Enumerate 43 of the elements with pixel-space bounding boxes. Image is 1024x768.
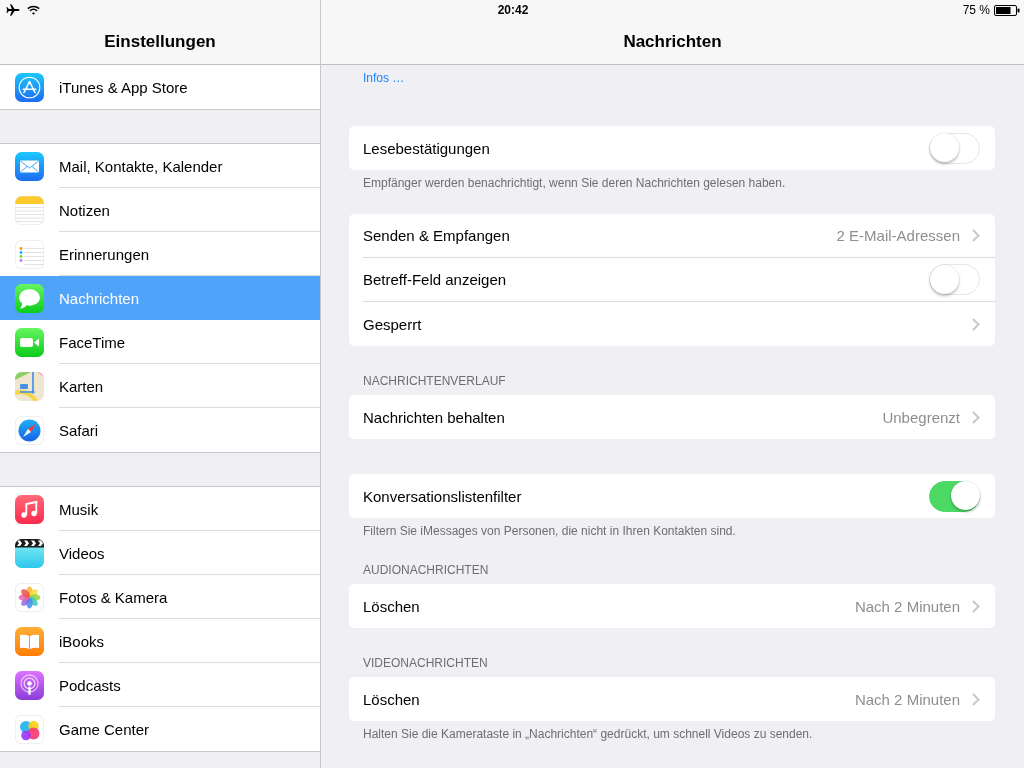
toggle-switch[interactable]	[929, 480, 980, 512]
video-camera-icon	[15, 327, 44, 357]
colored-circles-icon	[15, 714, 44, 744]
section-header: NACHRICHTENVERLAUF	[363, 374, 506, 388]
podcast-icon	[15, 670, 44, 700]
row-label: Nachrichten behalten	[363, 408, 506, 426]
open-book-icon	[15, 626, 44, 656]
row-label: Löschen	[363, 690, 421, 708]
row-value: 2 E-Mail-Adressen	[836, 227, 960, 244]
row-label: Betreff-Feld anzeigen	[363, 271, 508, 288]
row-label: Lesebestätigungen	[363, 139, 491, 157]
battery-icon	[994, 4, 1020, 16]
row-label: Konversationslistenfilter	[363, 487, 523, 505]
row-label: Gesperrt	[363, 315, 423, 333]
section-footer: Halten Sie die Kamerataste in „Nachrichten“ gedrückt, um schnell Videos zu senden.	[363, 727, 813, 741]
section-footer: Filtern Sie iMessages von Personen, die nicht in Ihren Kontakten sind.	[363, 524, 736, 538]
row-value: Nach 2 Minuten	[854, 597, 960, 615]
chevron-icon	[972, 692, 980, 706]
chevron-icon	[972, 599, 980, 613]
chevron-icon	[972, 229, 980, 242]
notepad-icon	[15, 195, 44, 225]
page-title: Nachrichten	[623, 32, 722, 52]
music-note-icon	[15, 494, 44, 524]
section-header: VIDEONACHRICHTEN	[363, 656, 488, 670]
list-icon	[15, 239, 44, 269]
compass-icon	[15, 415, 44, 445]
chevron-icon	[972, 410, 980, 424]
row-value: Unbegrenzt	[882, 408, 960, 426]
row-label: Senden & Empfangen	[363, 227, 511, 244]
speech-bubble-icon	[15, 283, 44, 313]
chevron-icon	[972, 317, 980, 331]
battery-percent: 75 %	[962, 3, 990, 17]
clapperboard-icon	[15, 538, 44, 568]
section-footer: Empfänger werden benachrichtigt, wenn Sie deren Nachrichten gelesen haben.	[363, 176, 786, 190]
section-header: AUDIONACHRICHTEN	[363, 563, 489, 577]
flower-icon	[15, 582, 44, 612]
row-value: Nach 2 Minuten	[854, 690, 960, 708]
map-icon	[15, 371, 44, 401]
airplane-icon	[6, 4, 20, 16]
sidebar-title: Einstellungen	[104, 32, 216, 52]
row-label: Löschen	[363, 597, 421, 615]
status-time: 20:42	[497, 3, 529, 17]
envelope-icon	[15, 151, 44, 181]
